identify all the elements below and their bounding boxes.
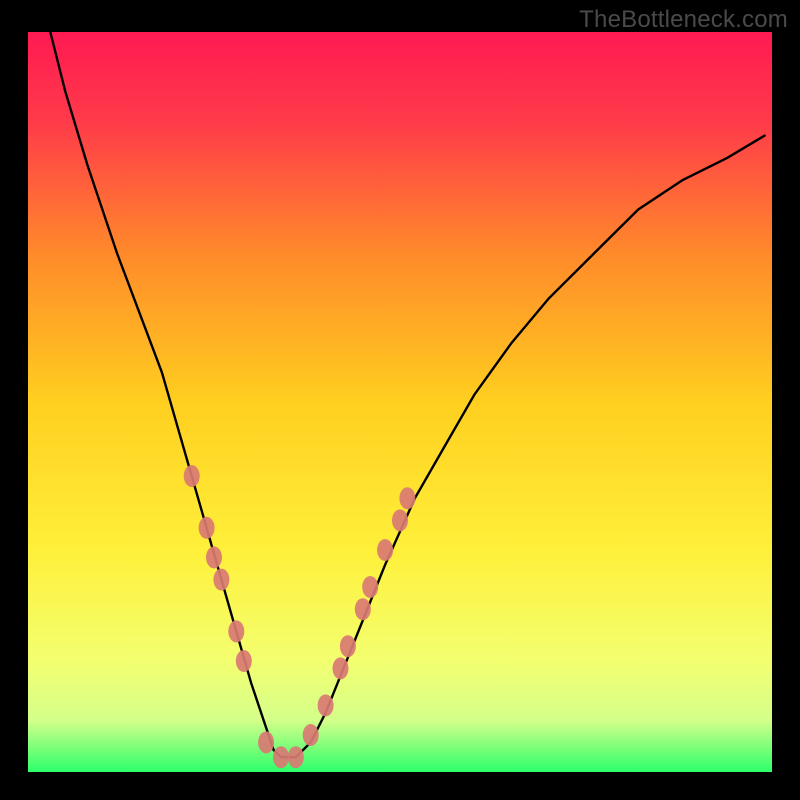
data-marker bbox=[362, 576, 378, 598]
plot-area bbox=[28, 32, 772, 772]
data-marker bbox=[333, 657, 349, 679]
data-marker bbox=[355, 598, 371, 620]
data-marker bbox=[206, 546, 222, 568]
data-marker bbox=[288, 746, 304, 768]
data-marker bbox=[399, 487, 415, 509]
data-marker bbox=[273, 746, 289, 768]
data-marker bbox=[213, 569, 229, 591]
data-marker bbox=[258, 731, 274, 753]
data-marker bbox=[318, 694, 334, 716]
watermark-text: TheBottleneck.com bbox=[579, 6, 788, 34]
chart-svg bbox=[28, 32, 772, 772]
data-marker bbox=[199, 517, 215, 539]
data-marker bbox=[236, 650, 252, 672]
data-marker bbox=[303, 724, 319, 746]
data-marker bbox=[377, 539, 393, 561]
chart-root: TheBottleneck.com bbox=[0, 0, 800, 800]
data-marker bbox=[340, 635, 356, 657]
data-marker bbox=[228, 620, 244, 642]
gradient-backdrop bbox=[28, 32, 772, 772]
data-marker bbox=[184, 465, 200, 487]
data-marker bbox=[392, 509, 408, 531]
